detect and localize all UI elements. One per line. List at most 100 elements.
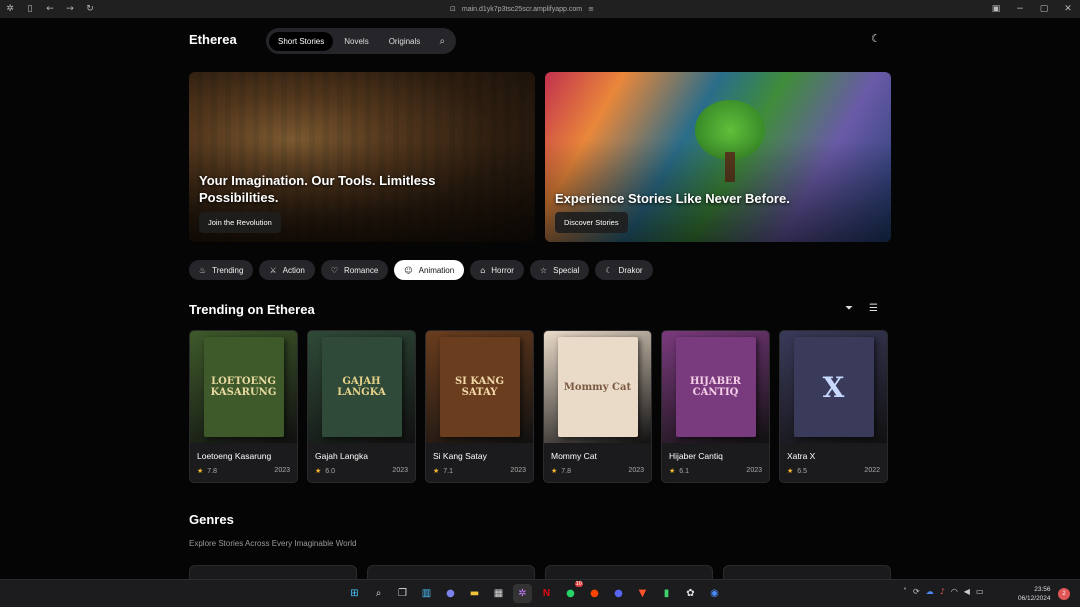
clock[interactable]: 23:56 06/12/2024 [1018,585,1051,603]
teams-icon[interactable]: ● [441,584,460,603]
story-card[interactable]: LOETOENG KASARUNG Loetoeng Kasarung ★ 7.8 20… [189,330,298,483]
genre-cards [189,565,891,579]
story-year: 2023 [746,467,762,474]
genre-card[interactable] [367,565,535,579]
url-text: main.d1yk7p3tsc25scr.amplifyapp.com [461,5,583,13]
clock-date: 06/12/2024 [1018,595,1051,602]
hero-banner-library[interactable]: Your Imagination. Our Tools. Limitless P… [189,72,535,242]
search-icon[interactable]: ⌕ [369,584,388,603]
site-logo[interactable]: Etherea [189,32,237,47]
story-year: 2022 [864,467,880,474]
terminal-icon[interactable]: ▮ [657,584,676,603]
story-rating: ★ 7.1 [433,467,453,475]
close-icon[interactable]: ✕ [1056,0,1080,18]
hero-title: Experience Stories Like Never Before. [555,191,790,206]
story-title: Si Kang Satay [433,451,487,461]
tab-short-stories[interactable]: Short Stories [269,31,334,51]
story-rating: ★ 7.8 [551,467,571,475]
brave-icon[interactable]: ▼ [633,584,652,603]
rating-value: 6.0 [325,467,336,475]
reader-icon[interactable]: ≡ [588,5,594,13]
forward-icon[interactable]: → [60,0,80,18]
site-info-icon[interactable]: ⊡ [450,5,456,13]
windows-start-icon[interactable]: ⊞ [345,584,364,603]
sidebar-icon[interactable]: ▯ [20,0,40,18]
wifi-icon[interactable]: ◠ [951,587,958,596]
pill-horror[interactable]: ⌂ Horror [470,260,524,280]
pill-drakor[interactable]: ☾ Drakor [595,260,653,280]
star-icon: ★ [315,467,322,475]
whatsapp-icon[interactable]: ● 10 [561,581,583,603]
pill-animation[interactable]: ☺ Animation [394,260,465,280]
widgets-icon[interactable]: ▥ [417,584,436,603]
star-icon: ☆ [539,265,548,275]
system-tray: ˄ ⟳ ☁ ♪ ◠ ◀ ▭ [903,587,984,596]
story-cover: LOETOENG KASARUNG [190,331,297,443]
star-icon: ★ [551,467,558,475]
genres-subtitle: Explore Stories Across Every Imaginable … [189,539,357,548]
join-revolution-button[interactable]: Join the Revolution [199,212,281,233]
maximize-icon[interactable]: ▢ [1032,0,1056,18]
trending-tools: ⏷ ☰ [845,303,878,314]
trending-title: Trending on Etherea [189,302,315,317]
book-cover-image: GAJAH LANGKA [321,337,402,437]
rating-value: 7.1 [443,467,454,475]
flame-icon: ♨ [199,265,207,275]
store-icon[interactable]: ▦ [489,584,508,603]
app-icon[interactable]: ✲ [0,0,20,18]
sync-icon[interactable]: ⟳ [913,587,920,596]
moon-icon[interactable]: ☾ [871,32,889,50]
clock-time: 23:56 [1034,586,1051,593]
chatgpt-icon[interactable]: ✿ [681,584,700,603]
battery-icon[interactable]: ▭ [976,587,984,596]
discord-icon[interactable]: ● [609,584,628,603]
trending-cards: LOETOENG KASARUNG Loetoeng Kasarung ★ 7.8 20… [189,330,888,483]
story-card[interactable]: GAJAH LANGKA Gajah Langka ★ 6.0 2023 [307,330,416,483]
genre-card[interactable] [189,565,357,579]
tab-originals[interactable]: Originals [380,32,430,51]
notification-badge[interactable]: 2 [1058,588,1070,600]
task-view-icon[interactable]: ❐ [393,584,412,603]
story-card[interactable]: HIJABER CANTIQ Hijaber Cantiq ★ 6.1 2023 [661,330,770,483]
pill-trending[interactable]: ♨ Trending [189,260,254,280]
pill-special[interactable]: ☆ Special [529,260,590,280]
netflix-icon[interactable]: N [537,584,556,603]
star-icon: ★ [433,467,440,475]
volume-icon[interactable]: ◀ [964,587,970,596]
chevron-up-icon[interactable]: ˄ [903,587,907,596]
pill-romance[interactable]: ♡ Romance [320,260,389,280]
genres-title: Genres [189,512,234,527]
back-icon[interactable]: ← [40,0,60,18]
sliders-icon[interactable]: ☰ [869,303,878,314]
whatsapp-badge: 10 [574,581,583,587]
search-icon[interactable]: ⌕ [431,31,453,51]
extensions-icon[interactable]: ▣ [984,0,1008,18]
book-cover-image: LOETOENG KASARUNG [203,337,284,437]
story-card[interactable]: SI KANG SATAY Si Kang Satay ★ 7.1 2023 [425,330,534,483]
story-year: 2023 [510,467,526,474]
discover-stories-button[interactable]: Discover Stories [555,212,628,233]
filter-icon[interactable]: ⏷ [845,303,853,314]
hero-banner-fantasy[interactable]: Experience Stories Like Never Before. Di… [545,72,891,242]
genre-card[interactable] [723,565,891,579]
file-explorer-icon[interactable]: ▬ [465,584,484,603]
address-bar[interactable]: ⊡ main.d1yk7p3tsc25scr.amplifyapp.com ≡ [450,2,630,16]
story-card[interactable]: X Xatra X ★ 6.5 2022 [779,330,888,483]
star-icon: ★ [669,467,676,475]
story-title: Xatra X [787,451,816,461]
pill-action[interactable]: ⚔ Action [259,260,315,280]
reddit-icon[interactable]: ● [585,584,604,603]
story-card[interactable]: Mommy Cat Mommy Cat ★ 7.8 2023 [543,330,652,483]
refresh-icon[interactable]: ↻ [80,0,100,18]
cloud-icon[interactable]: ☁ [926,587,934,596]
hero-title: Your Imagination. Our Tools. Limitless P… [199,173,436,205]
browser-app-icon[interactable]: ✲ [513,584,532,603]
minimize-icon[interactable]: − [1008,0,1032,18]
microphone-icon[interactable]: ♪ [940,587,945,596]
story-rating: ★ 6.5 [787,467,807,475]
genre-card[interactable] [545,565,713,579]
tab-novels[interactable]: Novels [335,32,377,51]
page: Etherea Short Stories Novels Originals ⌕… [0,18,1080,579]
chrome-icon[interactable]: ◉ [705,584,724,603]
swords-icon: ⚔ [269,265,277,275]
